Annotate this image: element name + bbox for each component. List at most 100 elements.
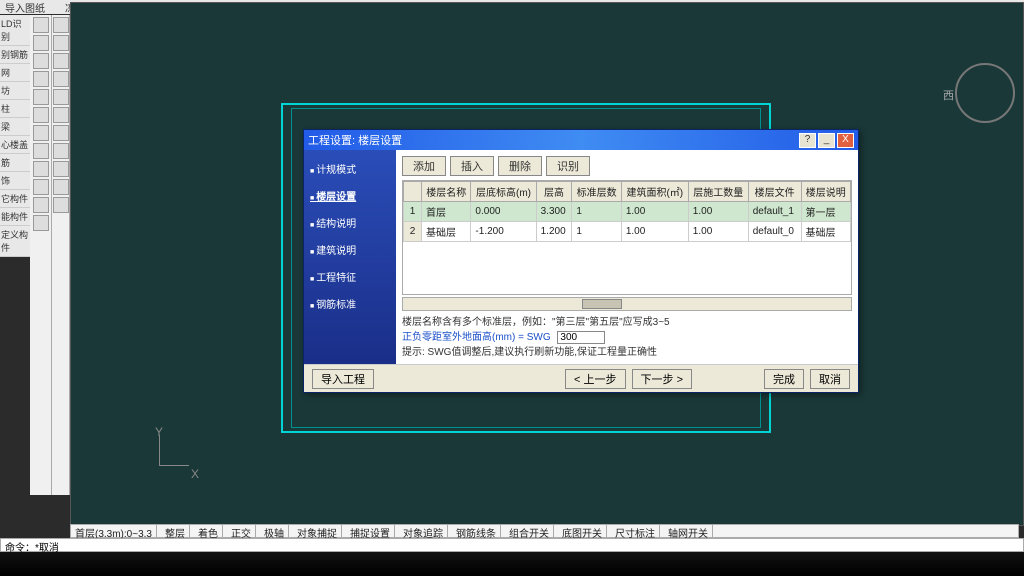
category-label[interactable]: 别钢筋: [0, 46, 30, 64]
tool-icon[interactable]: [53, 197, 69, 213]
column-header[interactable]: 层施工数量: [688, 182, 748, 202]
table-cell[interactable]: 2: [404, 222, 422, 242]
insert-button[interactable]: 插入: [450, 156, 494, 176]
tool-icon[interactable]: [53, 143, 69, 159]
dialog-titlebar[interactable]: 工程设置: 楼层设置 ? _ X: [304, 130, 858, 150]
table-cell[interactable]: 1.00: [621, 222, 688, 242]
category-label[interactable]: 定义构件: [0, 226, 30, 257]
table-cell[interactable]: 1.00: [688, 202, 748, 222]
command-line[interactable]: 命令：*取消: [0, 538, 1024, 552]
titlebar-help-button[interactable]: ?: [799, 133, 816, 148]
column-header[interactable]: 层底标高(m): [471, 182, 536, 202]
view-compass[interactable]: 西: [955, 63, 1015, 123]
status-toggle[interactable]: 钢筋线条: [452, 525, 501, 537]
tool-icon[interactable]: [53, 161, 69, 177]
column-header[interactable]: [404, 182, 422, 202]
table-cell[interactable]: 基础层: [422, 222, 471, 242]
finish-button[interactable]: 完成: [764, 369, 804, 389]
tool-icon[interactable]: [33, 35, 49, 51]
status-toggle[interactable]: 极轴: [260, 525, 289, 537]
tool-icon[interactable]: [33, 179, 49, 195]
category-label[interactable]: 柱: [0, 100, 30, 118]
category-label[interactable]: 坊: [0, 82, 30, 100]
menu-import[interactable]: 导入图纸: [5, 0, 45, 14]
category-label[interactable]: 饰: [0, 172, 30, 190]
column-header[interactable]: 楼层文件: [748, 182, 801, 202]
nav-item[interactable]: 工程特征: [310, 268, 390, 285]
table-cell[interactable]: 1: [404, 202, 422, 222]
tool-icon[interactable]: [33, 125, 49, 141]
tool-icon[interactable]: [53, 179, 69, 195]
table-cell[interactable]: 0.000: [471, 202, 536, 222]
identify-button[interactable]: 识别: [546, 156, 590, 176]
tool-icon[interactable]: [53, 35, 69, 51]
category-label[interactable]: 能构件: [0, 208, 30, 226]
table-cell[interactable]: 1: [572, 222, 621, 242]
status-toggle[interactable]: 尺寸标注: [611, 525, 660, 537]
scrollbar-thumb[interactable]: [582, 299, 622, 309]
tool-icon[interactable]: [53, 17, 69, 33]
status-toggle[interactable]: 对象捕捉: [293, 525, 342, 537]
table-cell[interactable]: default_1: [748, 202, 801, 222]
swg-input[interactable]: [557, 331, 605, 344]
nav-item[interactable]: 结构说明: [310, 214, 390, 231]
tool-icon[interactable]: [33, 17, 49, 33]
status-toggle[interactable]: 轴网开关: [664, 525, 713, 537]
tool-icon[interactable]: [53, 89, 69, 105]
status-toggle[interactable]: 着色: [194, 525, 223, 537]
category-label[interactable]: 网: [0, 64, 30, 82]
nav-item[interactable]: 楼层设置: [310, 187, 390, 204]
column-header[interactable]: 楼层名称: [422, 182, 471, 202]
cancel-button[interactable]: 取消: [810, 369, 850, 389]
floor-table-wrapper[interactable]: 楼层名称层底标高(m)层高标准层数建筑面积(㎡)层施工数量楼层文件楼层说明 1首…: [402, 180, 852, 295]
category-label[interactable]: 它构件: [0, 190, 30, 208]
category-label[interactable]: 心楼盖: [0, 136, 30, 154]
table-cell[interactable]: 第一层: [801, 202, 851, 222]
status-toggle[interactable]: 整层: [161, 525, 190, 537]
tool-icon[interactable]: [33, 215, 49, 231]
status-toggle[interactable]: 正交: [227, 525, 256, 537]
nav-item[interactable]: 计规模式: [310, 160, 390, 177]
table-row[interactable]: 2基础层-1.2001.20011.001.00default_0基础层: [404, 222, 851, 242]
category-label[interactable]: 筋: [0, 154, 30, 172]
table-cell[interactable]: 1: [572, 202, 621, 222]
import-project-button[interactable]: 导入工程: [312, 369, 374, 389]
tool-icon[interactable]: [53, 107, 69, 123]
titlebar-minimize-button[interactable]: _: [818, 133, 835, 148]
table-cell[interactable]: 1.00: [688, 222, 748, 242]
tool-icon[interactable]: [33, 53, 49, 69]
tool-icon[interactable]: [53, 125, 69, 141]
status-toggle[interactable]: 对象追踪: [399, 525, 448, 537]
add-button[interactable]: 添加: [402, 156, 446, 176]
table-cell[interactable]: 1.200: [536, 222, 572, 242]
tool-icon[interactable]: [33, 107, 49, 123]
category-label[interactable]: 梁: [0, 118, 30, 136]
prev-button[interactable]: < 上一步: [565, 369, 625, 389]
titlebar-close-button[interactable]: X: [837, 133, 854, 148]
table-cell[interactable]: 首层: [422, 202, 471, 222]
delete-button[interactable]: 删除: [498, 156, 542, 176]
tool-icon[interactable]: [53, 53, 69, 69]
horizontal-scrollbar[interactable]: [402, 297, 852, 311]
next-button[interactable]: 下一步 >: [632, 369, 692, 389]
table-row[interactable]: 1首层0.0003.30011.001.00default_1第一层: [404, 202, 851, 222]
column-header[interactable]: 楼层说明: [801, 182, 851, 202]
table-cell[interactable]: 3.300: [536, 202, 572, 222]
tool-icon[interactable]: [33, 161, 49, 177]
table-cell[interactable]: default_0: [748, 222, 801, 242]
table-cell[interactable]: -1.200: [471, 222, 536, 242]
table-cell[interactable]: 基础层: [801, 222, 851, 242]
tool-icon[interactable]: [33, 197, 49, 213]
nav-item[interactable]: 钢筋标准: [310, 295, 390, 312]
table-cell[interactable]: 1.00: [621, 202, 688, 222]
tool-icon[interactable]: [53, 71, 69, 87]
tool-icon[interactable]: [33, 143, 49, 159]
column-header[interactable]: 建筑面积(㎡): [621, 182, 688, 202]
category-label[interactable]: LD识别: [0, 15, 30, 46]
column-header[interactable]: 标准层数: [572, 182, 621, 202]
tool-icon[interactable]: [33, 71, 49, 87]
column-header[interactable]: 层高: [536, 182, 572, 202]
tool-icon[interactable]: [33, 89, 49, 105]
status-toggle[interactable]: 捕捉设置: [346, 525, 395, 537]
status-toggle[interactable]: 组合开关: [505, 525, 554, 537]
